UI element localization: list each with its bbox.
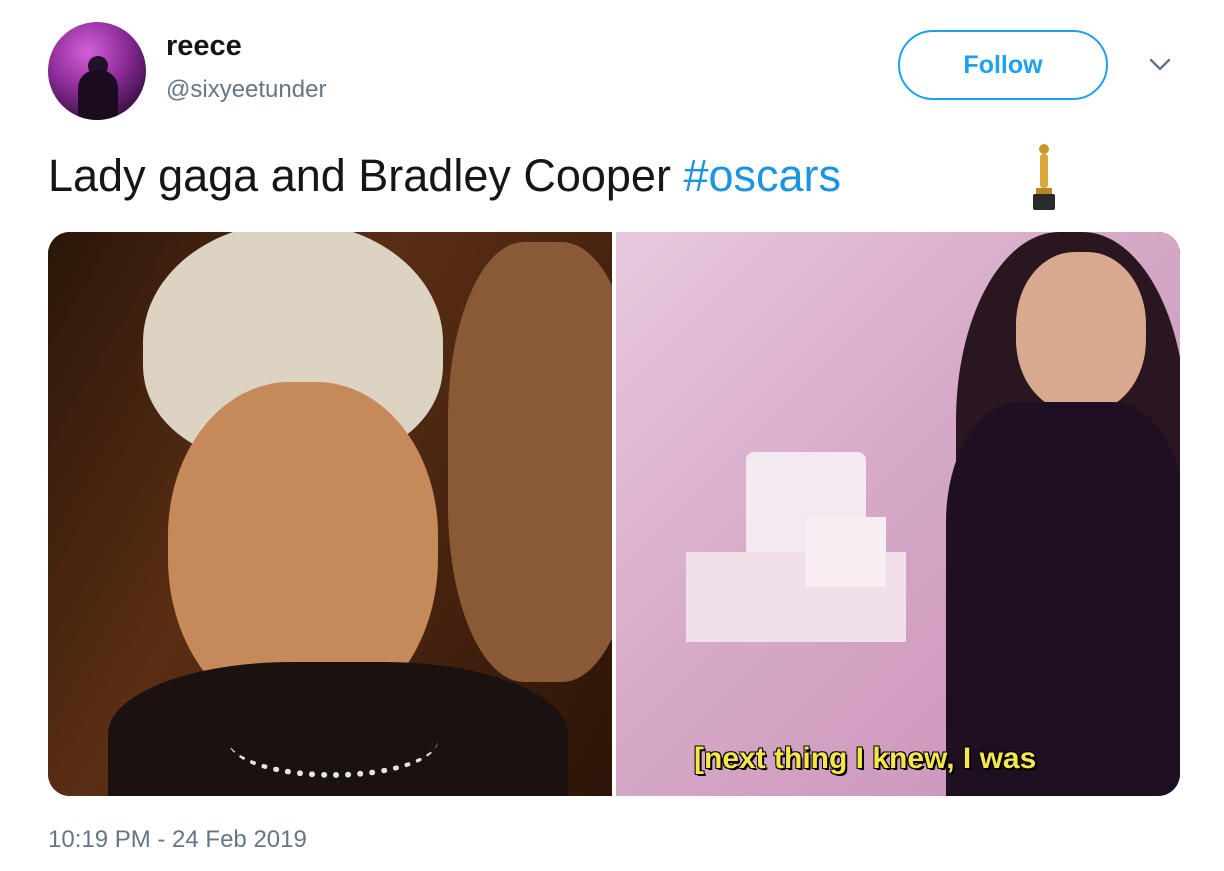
tweet-text: Lady gaga and Bradley Cooper #oscars (48, 150, 841, 202)
woman-dress (946, 402, 1180, 796)
avatar-figure (78, 70, 118, 120)
necklace-shape (228, 702, 438, 778)
tweet-timestamp[interactable]: 10:19 PM - 24 Feb 2019 (48, 826, 307, 854)
user-handle[interactable]: @sixyeetunder (166, 76, 326, 104)
avatar[interactable] (48, 22, 146, 120)
photo-left[interactable] (48, 232, 612, 796)
video-caption: [next thing I knew, I was (694, 742, 1037, 775)
hashtag-link[interactable]: #oscars (683, 150, 841, 201)
tweet-body: Lady gaga and Bradley Cooper (48, 150, 684, 201)
woman-face (1016, 252, 1146, 412)
user-name[interactable]: reece (166, 30, 242, 63)
oscar-statuette-icon (1033, 144, 1055, 210)
chevron-down-icon[interactable] (1148, 56, 1172, 74)
tweet-card: reece @sixyeetunder Follow Lady gaga and… (0, 0, 1224, 871)
lamp-shade (806, 517, 886, 587)
follow-button[interactable]: Follow (898, 30, 1108, 100)
media-grid[interactable]: [next thing I knew, I was (48, 232, 1180, 796)
photo-right[interactable]: [next thing I knew, I was (616, 232, 1180, 796)
second-face-shape (448, 242, 612, 682)
